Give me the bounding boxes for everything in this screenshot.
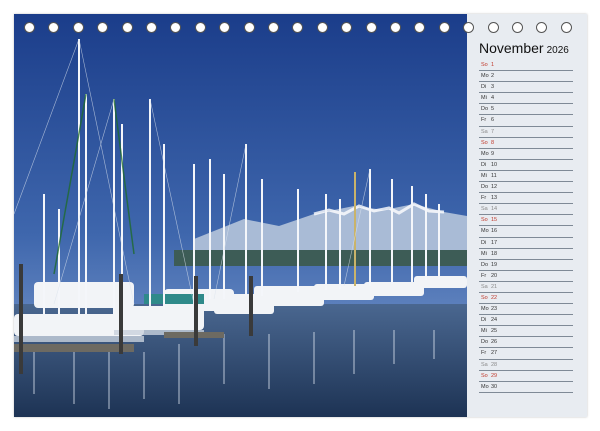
weekday-label: So bbox=[481, 372, 488, 379]
day-number: 12 bbox=[491, 184, 498, 191]
day-row: Fr 20 bbox=[479, 271, 573, 282]
day-row: Fr 13 bbox=[479, 193, 573, 205]
weekday-label: Mo bbox=[481, 383, 489, 390]
weekday-label: Do bbox=[481, 184, 489, 191]
day-number: 29 bbox=[491, 372, 498, 379]
day-row: Di 17 bbox=[479, 238, 573, 249]
day-row: So 29 bbox=[479, 371, 573, 382]
weekday-label: So bbox=[481, 294, 488, 301]
day-row: Di 24 bbox=[479, 315, 573, 327]
day-number: 30 bbox=[491, 383, 498, 390]
day-number: 9 bbox=[491, 150, 495, 157]
day-row: Mi 11 bbox=[479, 171, 573, 183]
day-number: 28 bbox=[491, 361, 498, 368]
day-number: 6 bbox=[491, 117, 495, 124]
weekday-label: Di bbox=[481, 84, 487, 91]
day-number: 1 bbox=[491, 62, 495, 68]
day-number: 4 bbox=[491, 95, 495, 102]
day-row: Mo 2 bbox=[479, 71, 573, 83]
weekday-label: So bbox=[481, 62, 488, 68]
day-number: 15 bbox=[491, 217, 498, 224]
weekday-label: Fr bbox=[481, 272, 487, 279]
day-number: 5 bbox=[491, 106, 495, 113]
day-row: Mo 16 bbox=[479, 226, 573, 238]
day-row: So 8 bbox=[479, 138, 573, 149]
day-number: 10 bbox=[491, 161, 498, 168]
day-row: Mi 4 bbox=[479, 93, 573, 105]
day-row: So 22 bbox=[479, 293, 573, 305]
day-row: Do 26 bbox=[479, 337, 573, 349]
month-header: November 2026 bbox=[479, 40, 587, 58]
weekday-label: So bbox=[481, 217, 488, 224]
day-row: Di 10 bbox=[479, 160, 573, 171]
weekday-label: Mo bbox=[481, 306, 489, 313]
day-number: 14 bbox=[491, 206, 498, 213]
weekday-label: Mi bbox=[481, 250, 487, 257]
day-number: 24 bbox=[491, 317, 498, 324]
weekday-label: Fr bbox=[481, 350, 487, 357]
weekday-label: Mi bbox=[481, 328, 487, 335]
day-row: Mo 30 bbox=[479, 382, 573, 393]
day-number: 20 bbox=[491, 272, 498, 279]
weekday-label: Mi bbox=[481, 95, 487, 102]
weekday-label: Fr bbox=[481, 117, 487, 124]
day-number: 21 bbox=[491, 283, 498, 290]
day-row: Mo 23 bbox=[479, 304, 573, 316]
day-row: So 15 bbox=[479, 215, 573, 227]
day-row: So 1 bbox=[479, 60, 573, 72]
weekday-label: Fr bbox=[481, 195, 487, 202]
day-number: 7 bbox=[491, 128, 495, 135]
day-number: 25 bbox=[491, 328, 498, 335]
day-number: 2 bbox=[491, 73, 495, 80]
weekday-label: Sa bbox=[481, 361, 488, 368]
day-row: Mi 25 bbox=[479, 326, 573, 338]
month-name: November bbox=[479, 40, 544, 56]
day-row: Sa 14 bbox=[479, 204, 573, 216]
day-row: Do 12 bbox=[479, 182, 573, 194]
day-row: Fr 6 bbox=[479, 115, 573, 127]
day-number: 17 bbox=[491, 239, 498, 246]
day-number: 22 bbox=[491, 294, 498, 301]
day-row: Sa 28 bbox=[479, 360, 573, 371]
marina-with-sailboats-icon bbox=[14, 14, 467, 417]
day-row: Mi 18 bbox=[479, 249, 573, 260]
weekday-label: Mo bbox=[481, 73, 489, 80]
weekday-label: Di bbox=[481, 239, 487, 246]
day-number: 18 bbox=[491, 250, 498, 257]
weekday-label: So bbox=[481, 139, 488, 146]
day-number: 13 bbox=[491, 195, 498, 202]
weekday-label: Sa bbox=[481, 128, 488, 135]
weekday-label: Do bbox=[481, 261, 489, 268]
marina-photo bbox=[14, 14, 467, 417]
weekday-label: Mi bbox=[481, 172, 487, 179]
weekday-label: Mo bbox=[481, 228, 489, 235]
day-row: Do 5 bbox=[479, 104, 573, 116]
weekday-label: Mo bbox=[481, 150, 489, 157]
day-row: Fr 27 bbox=[479, 348, 573, 360]
weekday-label: Do bbox=[481, 106, 489, 113]
day-number: 23 bbox=[491, 306, 498, 313]
day-row: Do 19 bbox=[479, 260, 573, 271]
weekday-label: Di bbox=[481, 317, 487, 324]
weekday-label: Sa bbox=[481, 206, 488, 213]
day-number: 26 bbox=[491, 339, 498, 346]
weekday-label: Di bbox=[481, 161, 487, 168]
day-number: 19 bbox=[491, 261, 498, 268]
weekday-label: Do bbox=[481, 339, 489, 346]
day-row: Mo 9 bbox=[479, 149, 573, 160]
day-number: 16 bbox=[491, 228, 498, 235]
day-row: Sa 7 bbox=[479, 127, 573, 138]
day-number: 27 bbox=[491, 350, 498, 357]
day-list: So 1 Mo 2 Di 3 Mi 4 Do 5 Fr 6 Sa 7 So 8 Mo 9 Di 10 Mi 11 Do 12 F… bbox=[479, 60, 573, 393]
weekday-label: Sa bbox=[481, 283, 488, 290]
day-number: 8 bbox=[491, 139, 495, 146]
day-number: 11 bbox=[491, 172, 497, 179]
day-row: Sa 21 bbox=[479, 282, 573, 293]
year-label: 2026 bbox=[546, 45, 569, 56]
day-row: Di 3 bbox=[479, 82, 573, 94]
day-number: 3 bbox=[491, 84, 495, 91]
